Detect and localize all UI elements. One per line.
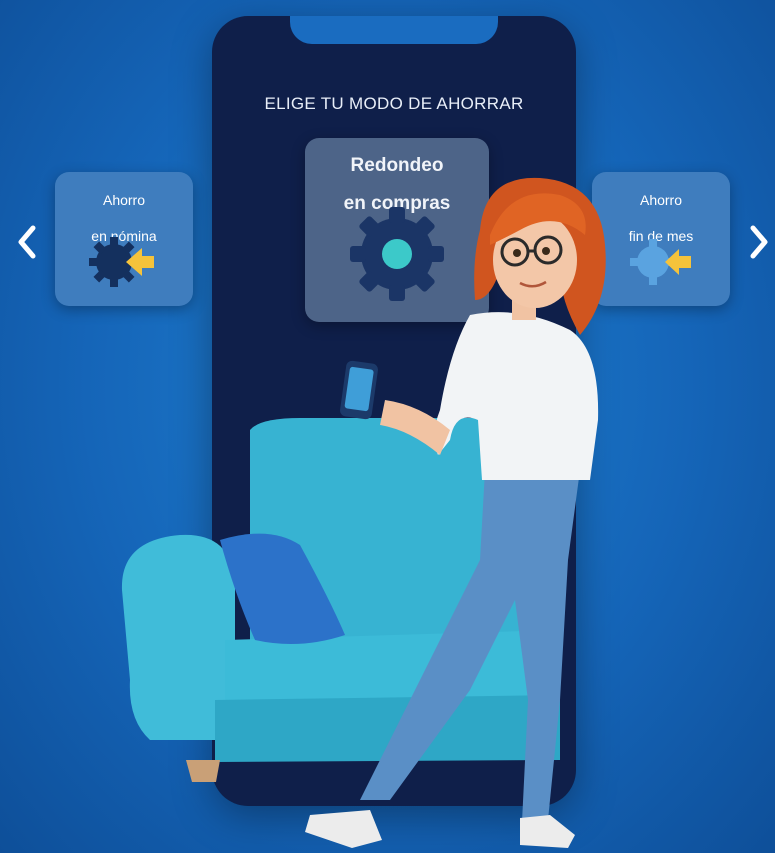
page-title: ELIGE TU MODO DE AHORRAR (264, 94, 524, 113)
phone-notch (290, 16, 498, 44)
carousel-prev-button[interactable] (14, 222, 40, 262)
gear-icon (350, 207, 444, 301)
chevron-right-icon (750, 225, 768, 259)
option-card-redondeo-compras[interactable]: Redondeo en compras (305, 138, 489, 322)
character-shoe-left (305, 810, 382, 848)
card-label-line1: Redondeo (350, 155, 444, 176)
chevron-left-icon (18, 225, 36, 259)
character-shoe-right (520, 815, 575, 848)
carousel-next-button[interactable] (746, 222, 772, 262)
phone-screen: ELIGE TU MODO DE AHORRAR (212, 16, 576, 806)
card-label-line1: Ahorro (102, 192, 146, 208)
gear-arrow-icon (89, 237, 154, 287)
option-card-ahorro-fin-de-mes[interactable]: Ahorro fin de mes (592, 172, 730, 306)
option-card-ahorro-nomina[interactable]: Ahorro en nómina (55, 172, 193, 306)
gear-arrow-icon (630, 239, 691, 285)
card-label-line1: Ahorro (639, 192, 683, 208)
